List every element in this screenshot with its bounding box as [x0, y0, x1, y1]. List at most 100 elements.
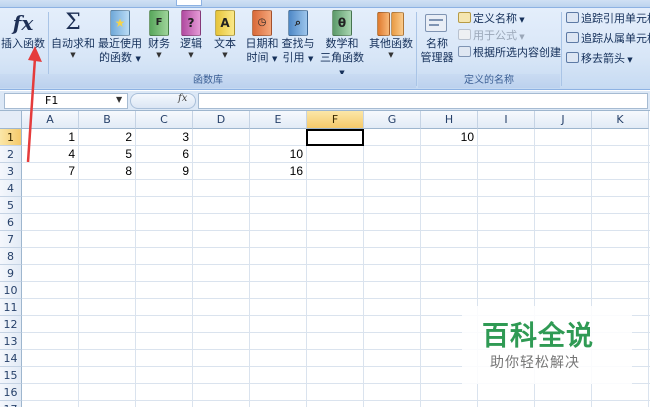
chevron-down-icon: ▼ [188, 51, 194, 59]
remove-arrows-icon [566, 52, 579, 63]
trace-dependents-button[interactable]: 追踪从属单元格 [566, 31, 650, 46]
cell-b1[interactable]: 2 [79, 129, 136, 146]
lookup-label-1: 查找与 [281, 37, 315, 50]
create-from-selection-icon [458, 46, 471, 57]
column-header-e[interactable]: E [250, 111, 307, 129]
gridline-horizontal [22, 400, 650, 401]
gridline-horizontal [22, 196, 650, 197]
trace-precedents-icon [566, 12, 579, 23]
insert-function-button[interactable]: fx 插入函数 [0, 10, 46, 51]
use-in-formula-button[interactable]: 用于公式 ▼ [458, 28, 525, 45]
logical-book-icon: ? [181, 10, 201, 36]
cell-b2[interactable]: 5 [79, 146, 136, 163]
gridline-horizontal [22, 264, 650, 265]
math-trig-button[interactable]: θ 数学和 三角函数 ▼ [316, 10, 368, 80]
row-header-8[interactable]: 8 [0, 248, 22, 265]
watermark-logo: 百科全说 [482, 321, 594, 352]
row-header-2[interactable]: 2 [0, 146, 22, 163]
create-from-selection-button[interactable]: 根据所选内容创建 [458, 45, 561, 60]
row-header-16[interactable]: 16 [0, 384, 22, 401]
datetime-label-1: 日期和 [245, 37, 279, 50]
row-header-5[interactable]: 5 [0, 197, 22, 214]
fx-icon: fx [12, 11, 34, 35]
name-box-dropdown-icon[interactable]: ▼ [116, 95, 122, 104]
row-header-13[interactable]: 13 [0, 333, 22, 350]
cell-b3[interactable]: 8 [79, 163, 136, 180]
gridline-horizontal [22, 247, 650, 248]
chevron-down-icon: ▼ [517, 33, 525, 41]
cell-e3[interactable]: 16 [250, 163, 307, 180]
more-functions-button[interactable]: 其他函数 ▼ [368, 10, 414, 59]
row-header-11[interactable]: 11 [0, 299, 22, 316]
ribbon-tab-strip [0, 0, 650, 8]
column-header-c[interactable]: C [136, 111, 193, 129]
trace-precedents-button[interactable]: 追踪引用单元格 [566, 11, 650, 26]
column-header-d[interactable]: D [193, 111, 250, 129]
math-label-2: 三角函数 [320, 51, 364, 64]
name-manager-button[interactable]: 名称 管理器 [418, 10, 456, 65]
insert-function-fx-icon[interactable]: fx [178, 93, 187, 104]
column-header-b[interactable]: B [79, 111, 136, 129]
magnifier-book-icon: ⌕ [288, 10, 308, 36]
trace-dependents-icon [566, 32, 579, 43]
autosum-button[interactable]: Σ 自动求和 ▼ [50, 10, 96, 59]
name-manager-label-1: 名称 [426, 37, 448, 50]
star-book-icon: ★ [110, 10, 130, 36]
column-header-j[interactable]: J [535, 111, 592, 129]
cell-c2[interactable]: 6 [136, 146, 193, 163]
row-header-15[interactable]: 15 [0, 367, 22, 384]
remove-arrows-button[interactable]: 移去箭头 ▼ [566, 51, 633, 68]
define-name-button[interactable]: 定义名称 ▼ [458, 11, 525, 28]
gridline-horizontal [22, 213, 650, 214]
cell-e2[interactable]: 10 [250, 146, 307, 163]
row-header-3[interactable]: 3 [0, 163, 22, 180]
recently-used-button[interactable]: ★ 最近使用 的函数 ▼ [96, 10, 144, 66]
column-header-f[interactable]: F [307, 111, 364, 129]
row-header-14[interactable]: 14 [0, 350, 22, 367]
financial-button[interactable]: F 财务 ▼ [144, 10, 174, 59]
tab-formulas[interactable] [176, 0, 202, 6]
create-from-selection-label: 根据所选内容创建 [473, 46, 561, 59]
formula-input[interactable] [198, 93, 648, 109]
column-header-k[interactable]: K [592, 111, 649, 129]
datetime-label-2: 时间 [246, 51, 269, 64]
use-in-formula-label: 用于公式 [473, 29, 517, 42]
row-header-9[interactable]: 9 [0, 265, 22, 282]
gridline-horizontal [22, 298, 650, 299]
row-header-7[interactable]: 7 [0, 231, 22, 248]
formula-bar: F1 ▼ fx [0, 91, 650, 111]
cell-a3[interactable]: 7 [22, 163, 79, 180]
chevron-down-icon: ▼ [156, 51, 162, 59]
select-all-corner[interactable] [0, 111, 22, 129]
cell-c1[interactable]: 3 [136, 129, 193, 146]
more-functions-label: 其他函数 [369, 37, 413, 50]
row-header-17[interactable]: 17 [0, 401, 22, 407]
active-cell-f1[interactable] [306, 129, 364, 146]
chevron-down-icon: ▼ [272, 55, 278, 63]
row-header-10[interactable]: 10 [0, 282, 22, 299]
column-header-h[interactable]: H [421, 111, 478, 129]
trace-dependents-label: 追踪从属单元格 [581, 32, 650, 45]
watermark: 百科全说 助你轻松解决 [462, 306, 632, 384]
column-header-g[interactable]: G [364, 111, 421, 129]
cell-c3[interactable]: 9 [136, 163, 193, 180]
chevron-down-icon: ▼ [388, 51, 394, 59]
row-header-12[interactable]: 12 [0, 316, 22, 333]
ribbon-separator [416, 12, 417, 86]
books-stack-icon [377, 10, 405, 36]
name-manager-icon [423, 10, 451, 36]
logical-button[interactable]: ? 逻辑 ▼ [176, 10, 206, 59]
watermark-tagline: 助你轻松解决 [490, 355, 580, 371]
name-manager-label-2: 管理器 [420, 51, 454, 64]
lookup-button[interactable]: ⌕ 查找与 引用 ▼ [280, 10, 316, 66]
text-button[interactable]: A 文本 ▼ [210, 10, 240, 59]
calendar-book-icon: ◷ [252, 10, 272, 36]
cell-h1[interactable]: 10 [421, 129, 478, 146]
recently-used-label-1: 最近使用 [98, 37, 142, 50]
define-name-label: 定义名称 [473, 12, 517, 25]
datetime-button[interactable]: ◷ 日期和 时间 ▼ [244, 10, 280, 66]
row-header-1[interactable]: 1 [0, 129, 22, 146]
row-header-6[interactable]: 6 [0, 214, 22, 231]
column-header-i[interactable]: I [478, 111, 535, 129]
row-header-4[interactable]: 4 [0, 180, 22, 197]
